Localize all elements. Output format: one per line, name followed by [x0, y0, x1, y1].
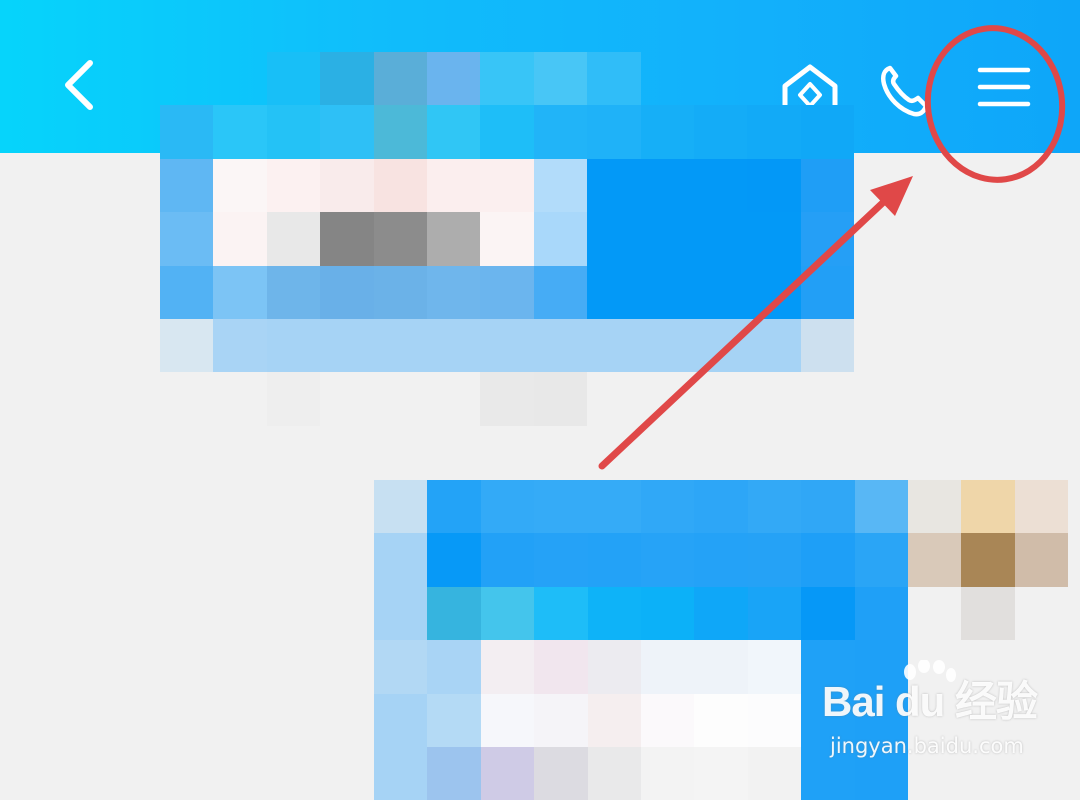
hamburger-menu-icon	[977, 67, 1031, 107]
watermark-url-text: jingyan.baidu.com	[830, 734, 1024, 758]
menu-button[interactable]	[962, 45, 1046, 129]
watermark-brand-text: Bai du 经验	[822, 678, 1038, 725]
pixelated-profile-card	[160, 52, 907, 426]
baidu-jingyan-watermark: Bai du 经验 jingyan.baidu.com	[822, 660, 1072, 768]
chevron-left-icon	[65, 60, 93, 110]
back-button[interactable]	[40, 45, 120, 125]
